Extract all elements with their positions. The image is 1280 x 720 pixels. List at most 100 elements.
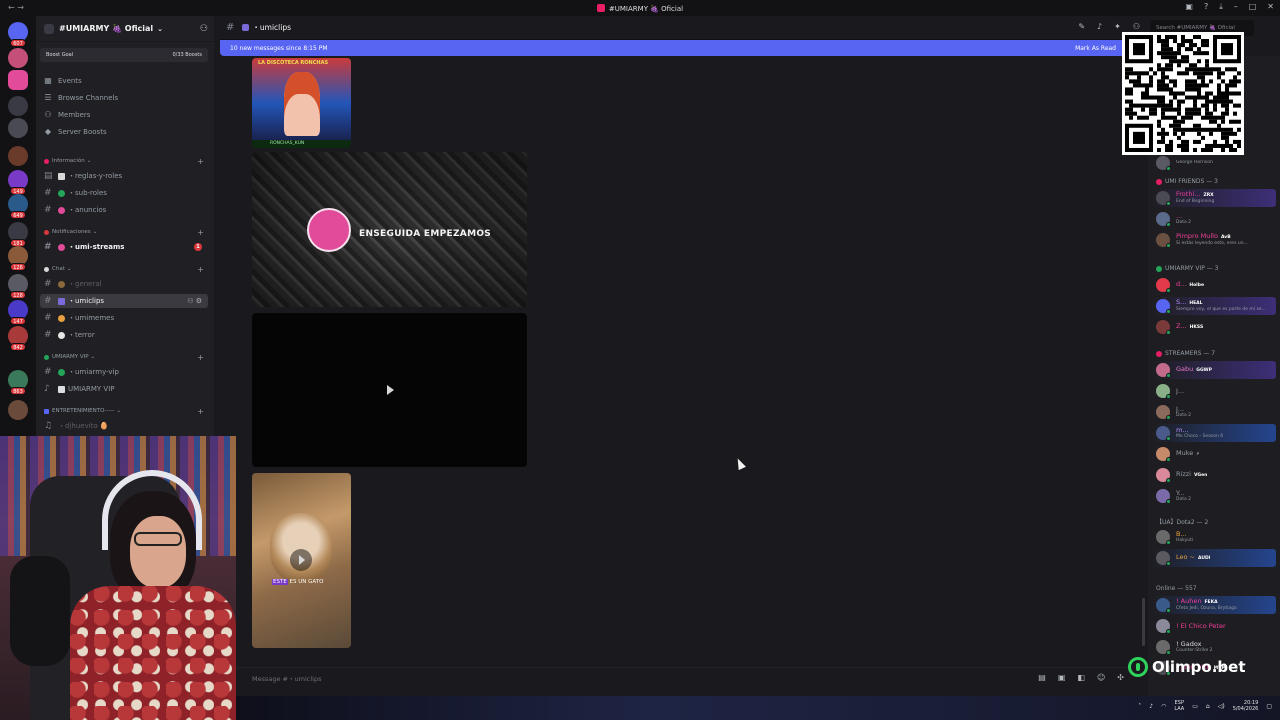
add-channel-icon[interactable]: + (197, 407, 204, 416)
server-icon-active[interactable] (8, 70, 28, 90)
server-icon[interactable]: 147 (8, 300, 28, 325)
member-item[interactable]: J... (1152, 382, 1276, 400)
member-item[interactable]: ! El Chico Peter (1152, 617, 1276, 635)
display-icon[interactable]: ▭ (1192, 703, 1198, 710)
add-channel-icon[interactable]: + (197, 353, 204, 362)
category-umiarmy-vip[interactable]: UMIARMY VIP ⌄ + (44, 353, 208, 362)
member-item[interactable]: B... Hakyuti (1152, 528, 1276, 546)
server-icon[interactable]: 126 (8, 246, 28, 271)
video-attachment[interactable] (252, 313, 527, 467)
category-informacion[interactable]: Información ⌄ + (44, 157, 208, 166)
chevron-up-icon[interactable]: ˄ (1138, 703, 1141, 710)
member-item[interactable]: ! Auhen FEKA Cfeta Jedi, Ozuna, Brytiago (1152, 596, 1276, 614)
voice-channel-umiarmy-vip[interactable]: ♪ UMIARMY VIP (40, 382, 208, 396)
message-composer[interactable]: Message #・umiclips ▤ ▣ ◧ ☺ ✣ (236, 667, 1128, 687)
category-entretenimiento[interactable]: ENTRETENIMIENTO----- ⌄ + (44, 407, 208, 416)
member-item[interactable]: George Harrison (1152, 154, 1276, 172)
server-icon[interactable]: 128 (8, 274, 28, 299)
member-list-scrollbar[interactable] (1142, 598, 1145, 646)
nav-events[interactable]: ▦ Events (44, 77, 81, 86)
member-list-icon[interactable]: ⚇ (1133, 22, 1140, 31)
notifications-icon[interactable]: ▢ (1266, 703, 1272, 710)
server-icon[interactable] (8, 118, 28, 138)
category-notificaciones[interactable]: Notificaciones ⌄ + (44, 228, 208, 237)
server-icon[interactable] (8, 400, 28, 420)
member-item[interactable]: Rizzi VGen (1152, 466, 1276, 484)
help-icon[interactable]: ? (1204, 2, 1208, 12)
pin-icon[interactable]: ✦ (1114, 22, 1121, 31)
channel-umiclips[interactable]: # ・umiclips ⚇ ⚙ (40, 294, 208, 308)
member-item[interactable]: Y... Dota 2 (1152, 487, 1276, 505)
member-item[interactable]: Z... HKSS (1152, 318, 1276, 336)
message-input[interactable]: Message #・umiclips (252, 673, 321, 683)
nav-arrows-icon[interactable]: ← → (8, 3, 24, 12)
apps-icon[interactable]: ✣ (1117, 673, 1124, 682)
server-icon[interactable]: 863 (8, 370, 28, 395)
home-server-icon[interactable]: 607 (8, 22, 28, 47)
server-icon[interactable] (8, 48, 28, 68)
member-item[interactable]: d... Holbe (1152, 276, 1276, 294)
member-item[interactable]: Frothi... ZRX End of Beginning (1152, 189, 1276, 207)
mark-as-read-button[interactable]: Mark As Read (1075, 45, 1116, 52)
channel-sub-roles[interactable]: # ・sub-roles (40, 186, 208, 200)
member-text: J... (1176, 388, 1184, 395)
server-icon[interactable]: 649 (8, 194, 28, 219)
play-icon[interactable] (387, 385, 394, 395)
network-icon[interactable]: ⌂ (1206, 703, 1210, 710)
add-channel-icon[interactable]: + (197, 265, 204, 274)
member-item[interactable]: ... Dota 2 (1152, 210, 1276, 228)
server-icon[interactable]: 181 (8, 222, 28, 247)
channel-anuncios[interactable]: # ・anuncios (40, 203, 208, 217)
channel-reglas-y-roles[interactable]: ▤ ・reglas-y-roles (40, 169, 208, 183)
server-icon[interactable]: 149 (8, 170, 28, 195)
channel-umimemes[interactable]: # ・umimemes (40, 311, 208, 325)
gif-icon[interactable]: ▣ (1058, 673, 1066, 682)
member-item[interactable]: S... HEAL Siempre voy, el que es parte de … (1152, 297, 1276, 315)
new-messages-banner[interactable]: 10 new messages since 8:15 PM Mark As Re… (220, 40, 1128, 56)
close-button[interactable]: ✕ (1267, 2, 1274, 12)
nav-server-boosts[interactable]: ◆ Server Boosts (44, 128, 107, 137)
download-icon[interactable]: ⤓ (1219, 2, 1223, 12)
gift-icon[interactable]: ▤ (1038, 673, 1046, 682)
volume-icon[interactable]: ◁) (1218, 703, 1225, 710)
qr-module (1189, 127, 1193, 132)
channel-settings-icon[interactable]: ⚇ ⚙ (187, 297, 202, 305)
language-indicator[interactable]: ESP LAA (1174, 700, 1184, 712)
sticker-icon[interactable]: ◧ (1077, 673, 1085, 682)
clock[interactable]: 20:19 5/04/2026 (1233, 700, 1259, 712)
member-item[interactable]: Muke ⚡ (1152, 445, 1276, 463)
add-channel-icon[interactable]: + (197, 228, 204, 237)
guild-header[interactable]: #UMIARMY 🍇 Oficial ⌄ ⚇ (36, 16, 214, 42)
boost-goal-bar[interactable]: Boost Goal 0/33 Boosts (40, 48, 208, 62)
member-item[interactable]: Gabu GGWP (1152, 361, 1276, 379)
category-chat[interactable]: Chat ⌄ + (44, 265, 208, 274)
image-attachment-banner[interactable]: ENSEGUIDA EMPEZAMOS (252, 152, 527, 307)
server-icon[interactable] (8, 146, 28, 166)
emoji-icon[interactable]: ☺ (1097, 673, 1105, 682)
member-item[interactable]: Leo ~ AUDI (1152, 549, 1276, 567)
channel-umiarmy-vip[interactable]: # ・umiarmy-vip (40, 365, 208, 379)
maximize-button[interactable]: □ (1249, 2, 1257, 12)
add-member-icon[interactable]: ⚇ (200, 24, 208, 34)
play-button[interactable] (290, 549, 312, 571)
channel-general[interactable]: # ・general (40, 277, 208, 291)
threads-icon[interactable]: ✎ (1078, 22, 1085, 31)
inbox-icon[interactable]: ▣ (1185, 2, 1193, 12)
channel-terror[interactable]: # ・terror (40, 328, 208, 342)
nav-members[interactable]: ⚇ Members (44, 111, 90, 120)
nav-browse-channels[interactable]: ☰ Browse Channels (44, 94, 118, 103)
notification-bell-icon[interactable]: ♪ (1097, 22, 1102, 31)
wifi-icon[interactable]: ◠ (1161, 703, 1166, 710)
channel-djhuevito[interactable]: ♫ ・djhuevito 🥚 (40, 419, 208, 433)
server-icon[interactable]: 842 (8, 326, 28, 351)
member-item[interactable]: m... Mo Choco - Season 6 (1152, 424, 1276, 442)
video-attachment-cat[interactable]: ESTE ES UN GATO (252, 473, 351, 648)
mic-icon[interactable]: ♪ (1149, 703, 1153, 710)
add-channel-icon[interactable]: + (197, 157, 204, 166)
member-item[interactable]: Pimpro Mullo AvB Si estás leyendo esto, er… (1152, 231, 1276, 249)
minimize-button[interactable]: – (1234, 2, 1238, 12)
channel-umi-streams[interactable]: # ・umi-streams 1 (40, 240, 208, 254)
image-attachment-poster[interactable]: LA DISCOTECA RONCHAS RONCHAS_KUN (252, 58, 351, 148)
member-item[interactable]: J... Dota 2 (1152, 403, 1276, 421)
server-icon[interactable] (8, 96, 28, 116)
